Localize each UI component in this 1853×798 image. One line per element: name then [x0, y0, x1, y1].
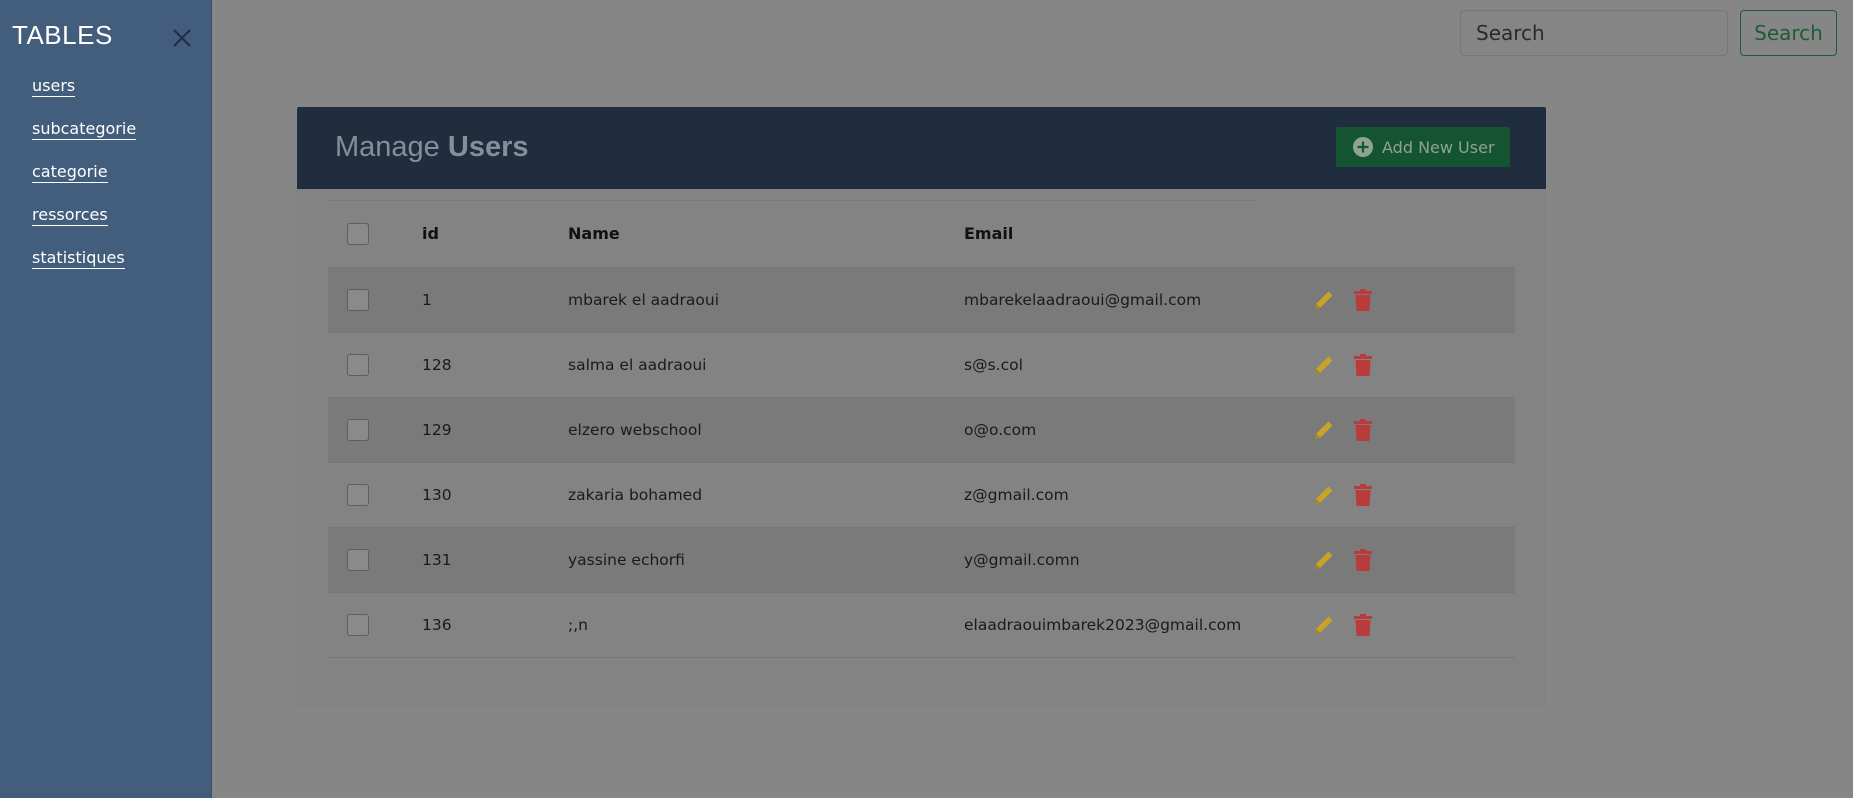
cell-name: ;,n	[568, 615, 588, 634]
pencil-icon[interactable]	[1312, 613, 1336, 637]
cell-name: elzero webschool	[568, 420, 702, 439]
manage-users-panel: Manage Users Add New User id Name Email	[297, 107, 1546, 707]
cell-actions	[1284, 267, 1515, 332]
row-checkbox[interactable]	[347, 418, 369, 441]
users-table: id Name Email 1 mbarek el aadraoui mbareke…	[328, 201, 1515, 658]
row-select-cell	[328, 267, 422, 332]
table-row: 131 yassine echorfi y@gmail.comn	[328, 527, 1515, 592]
row-select-cell	[328, 527, 422, 592]
trash-icon[interactable]	[1354, 418, 1372, 441]
cell-name: yassine echorfi	[568, 550, 685, 569]
sidebar-item-subcategorie: subcategorie	[32, 119, 137, 162]
cell-actions	[1284, 527, 1515, 592]
row-select-cell	[328, 397, 422, 462]
cell-email: elaadraouimbarek2023@gmail.com	[964, 615, 1242, 634]
sidebar-link-statistiques[interactable]: statistiques	[32, 248, 125, 269]
cell-actions	[1284, 332, 1515, 397]
sidebar-list: users subcategorie categorie ressorces s…	[32, 76, 137, 291]
column-header-email[interactable]: Email	[964, 201, 1284, 267]
sidebar-item-ressorces: ressorces	[32, 205, 136, 248]
plus-circle-icon	[1353, 137, 1373, 157]
row-checkbox[interactable]	[347, 548, 369, 571]
trash-icon[interactable]	[1354, 548, 1372, 571]
close-icon[interactable]	[170, 26, 194, 50]
cell-actions	[1284, 397, 1515, 462]
pencil-icon[interactable]	[1312, 418, 1336, 442]
row-select-cell	[328, 592, 422, 657]
cell-id: 128	[422, 355, 452, 374]
sidebar-link-users[interactable]: users	[32, 76, 76, 97]
sidebar-link-subcategorie[interactable]: subcategorie	[32, 119, 137, 140]
select-all-checkbox[interactable]	[347, 222, 369, 245]
pencil-icon[interactable]	[1312, 288, 1336, 312]
column-header-name[interactable]: Name	[568, 201, 964, 267]
cell-id: 131	[422, 550, 452, 569]
table-row: 136 ;,n elaadraouimbarek2023@gmail.com	[328, 592, 1515, 657]
search-input[interactable]	[1460, 10, 1728, 56]
sidebar-item-categorie: categorie	[32, 162, 136, 205]
sidebar-link-ressorces[interactable]: ressorces	[32, 205, 108, 226]
trash-icon[interactable]	[1354, 613, 1372, 636]
cell-email: s@s.col	[964, 355, 1023, 374]
row-select-cell	[328, 462, 422, 527]
search-button[interactable]: Search	[1740, 10, 1837, 56]
trash-icon[interactable]	[1354, 288, 1372, 311]
pencil-icon[interactable]	[1312, 483, 1336, 507]
cell-name: salma el aadraoui	[568, 355, 707, 374]
cell-actions	[1284, 462, 1515, 527]
sidebar-item-users: users	[32, 76, 136, 119]
table-row: 130 zakaria bohamed z@gmail.com	[328, 462, 1515, 527]
cell-name: mbarek el aadraoui	[568, 290, 719, 309]
cell-id: 129	[422, 420, 452, 439]
cell-id: 130	[422, 485, 452, 504]
select-all-cell	[328, 201, 422, 267]
page-title-bold: Users	[447, 131, 529, 163]
sidebar: TABLES users subcategorie categorie ress…	[0, 0, 212, 798]
cell-email: y@gmail.comn	[964, 550, 1080, 569]
table-row: 129 elzero webschool o@o.com	[328, 397, 1515, 462]
cell-email: o@o.com	[964, 420, 1037, 439]
trash-icon[interactable]	[1354, 483, 1372, 506]
row-checkbox[interactable]	[347, 288, 369, 311]
page-title-prefix: Manage	[335, 131, 440, 163]
cell-id: 1	[422, 290, 432, 309]
add-new-user-label: Add New User	[1382, 137, 1495, 157]
column-header-id[interactable]: id	[422, 201, 568, 267]
trash-icon[interactable]	[1354, 353, 1372, 376]
sidebar-item-statistiques: statistiques	[32, 248, 136, 291]
panel-header: Manage Users Add New User	[297, 107, 1546, 189]
table-row: 1 mbarek el aadraoui mbarekelaadraoui@gmai…	[328, 267, 1515, 332]
sidebar-title: TABLES	[12, 20, 113, 50]
header-divider	[328, 200, 1258, 201]
cell-email: z@gmail.com	[964, 485, 1069, 504]
add-new-user-button[interactable]: Add New User	[1336, 127, 1510, 167]
page-title: Manage Users	[335, 131, 529, 164]
cell-email: mbarekelaadraoui@gmail.com	[964, 290, 1202, 309]
pencil-icon[interactable]	[1312, 548, 1336, 572]
pencil-icon[interactable]	[1312, 353, 1336, 377]
cell-actions	[1284, 592, 1515, 657]
sidebar-link-categorie[interactable]: categorie	[32, 162, 108, 183]
table-row: 128 salma el aadraoui s@s.col	[328, 332, 1515, 397]
users-table-wrap: id Name Email 1 mbarek el aadraoui mbareke…	[328, 200, 1515, 658]
row-checkbox[interactable]	[347, 483, 369, 506]
column-header-actions	[1284, 201, 1515, 267]
cell-name: zakaria bohamed	[568, 485, 703, 504]
cell-id: 136	[422, 615, 452, 634]
table-header-row: id Name Email	[328, 201, 1515, 267]
row-select-cell	[328, 332, 422, 397]
row-checkbox[interactable]	[347, 613, 369, 636]
row-checkbox[interactable]	[347, 353, 369, 376]
